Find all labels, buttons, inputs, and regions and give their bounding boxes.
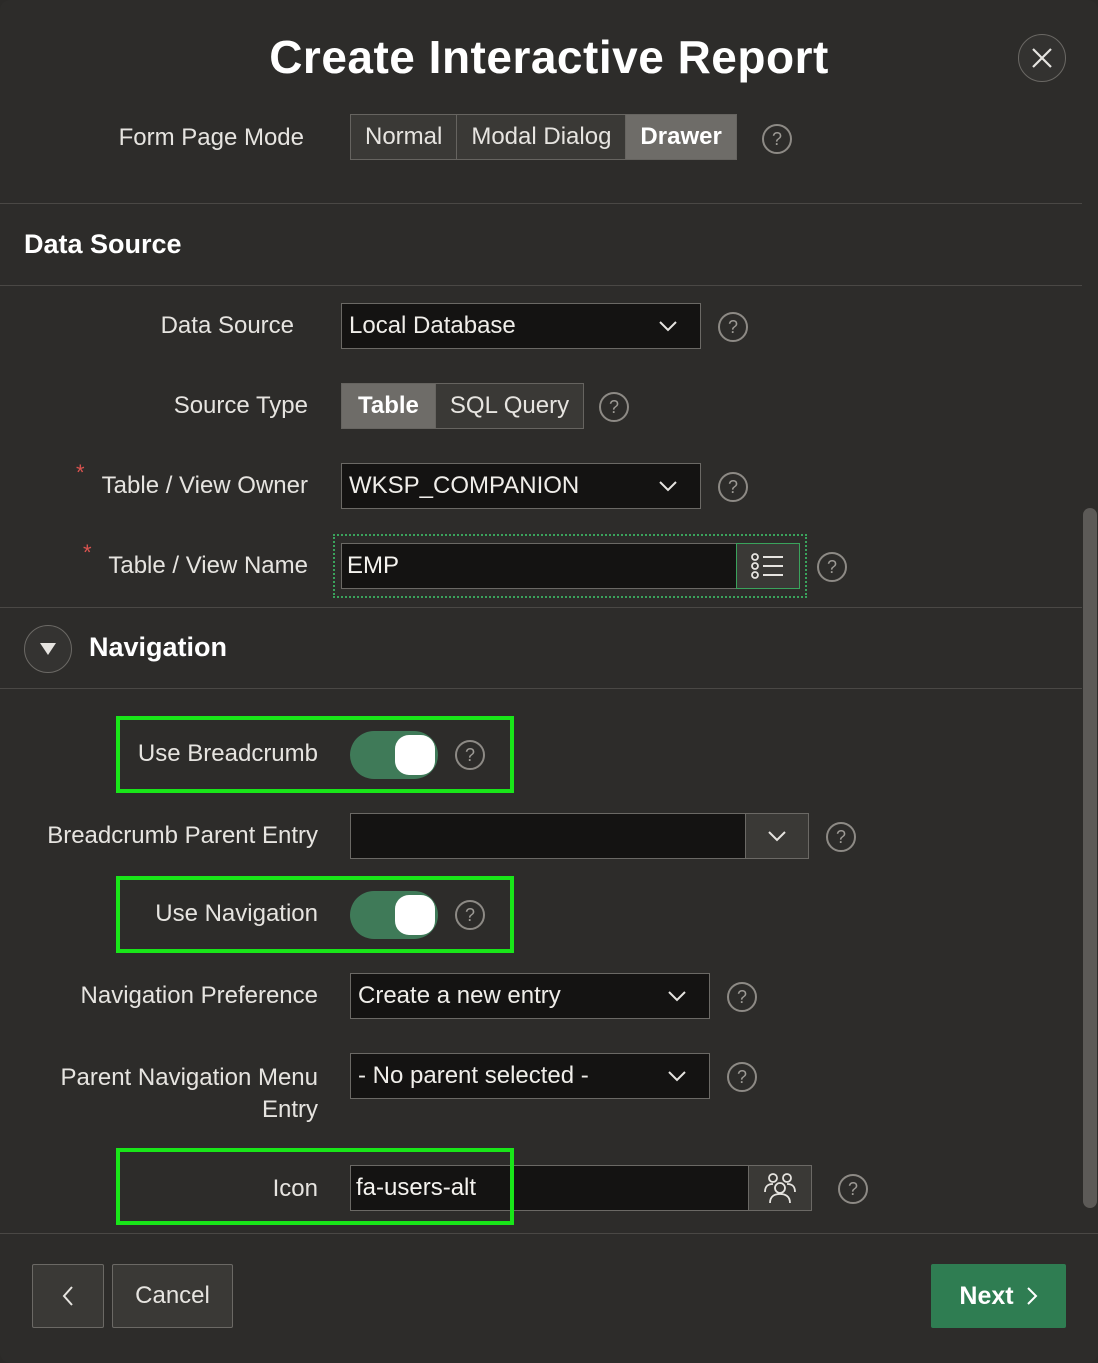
help-icon[interactable]: ? xyxy=(718,472,748,502)
scrollbar[interactable] xyxy=(1083,508,1097,1208)
section-title-data-source: Data Source xyxy=(24,229,182,259)
table-owner-label: Table / View Owner xyxy=(101,472,308,499)
triangle-down-icon xyxy=(40,643,56,655)
divider xyxy=(0,1233,1098,1234)
icon-picker-button[interactable] xyxy=(748,1165,812,1211)
cancel-button[interactable]: Cancel xyxy=(112,1264,233,1328)
help-icon[interactable]: ? xyxy=(727,1062,757,1092)
help-icon[interactable]: ? xyxy=(838,1174,868,1204)
table-name-lov-button[interactable] xyxy=(736,543,800,589)
navigation-preference-select[interactable]: Create a new entry xyxy=(350,973,710,1019)
use-navigation-toggle[interactable] xyxy=(350,891,438,939)
parent-nav-menu-label: Parent Navigation Menu Entry xyxy=(20,1062,318,1126)
mode-option-modal-dialog[interactable]: Modal Dialog xyxy=(457,115,627,159)
close-icon xyxy=(1032,48,1052,68)
help-icon[interactable]: ? xyxy=(455,900,485,930)
close-button[interactable] xyxy=(1018,34,1066,82)
form-page-mode-label: Form Page Mode xyxy=(118,124,304,151)
use-navigation-label: Use Navigation xyxy=(155,900,318,927)
section-title-navigation: Navigation xyxy=(89,632,228,662)
data-source-value: Local Database xyxy=(349,312,516,339)
chevron-down-icon xyxy=(668,1071,686,1082)
mode-option-drawer[interactable]: Drawer xyxy=(626,115,736,159)
create-report-dialog: Create Interactive Report Form Page Mode… xyxy=(0,0,1098,1363)
form-page-mode-selector: Normal Modal Dialog Drawer xyxy=(350,114,737,160)
help-icon[interactable]: ? xyxy=(455,740,485,770)
cancel-button-label: Cancel xyxy=(135,1282,210,1309)
parent-nav-menu-select[interactable]: - No parent selected - xyxy=(350,1053,710,1099)
dialog-title: Create Interactive Report xyxy=(269,31,829,83)
table-owner-select[interactable]: WKSP_COMPANION xyxy=(341,463,701,509)
list-icon xyxy=(751,553,783,579)
back-button[interactable] xyxy=(32,1264,104,1328)
divider xyxy=(0,285,1082,286)
breadcrumb-parent-input[interactable] xyxy=(350,813,746,859)
chevron-left-icon xyxy=(62,1286,73,1306)
help-icon[interactable]: ? xyxy=(826,822,856,852)
table-name-label: Table / View Name xyxy=(108,552,308,579)
source-type-option-table[interactable]: Table xyxy=(342,384,436,428)
users-icon xyxy=(764,1173,796,1204)
parent-nav-menu-value: - No parent selected - xyxy=(358,1062,589,1089)
divider xyxy=(0,203,1082,204)
chevron-down-icon xyxy=(659,321,677,332)
highlight-box xyxy=(116,1148,514,1225)
mode-option-normal[interactable]: Normal xyxy=(351,115,458,159)
table-name-value: EMP xyxy=(347,552,400,579)
data-source-label: Data Source xyxy=(160,312,294,339)
collapse-navigation-button[interactable] xyxy=(24,625,72,673)
divider xyxy=(0,607,1082,608)
use-breadcrumb-label: Use Breadcrumb xyxy=(137,740,318,767)
source-type-label: Source Type xyxy=(173,392,308,419)
help-icon[interactable]: ? xyxy=(718,312,748,342)
breadcrumb-parent-dropdown-button[interactable] xyxy=(745,813,809,859)
table-owner-value: WKSP_COMPANION xyxy=(349,472,580,499)
data-source-select[interactable]: Local Database xyxy=(341,303,701,349)
use-breadcrumb-toggle[interactable] xyxy=(350,731,438,779)
chevron-down-icon xyxy=(659,481,677,492)
chevron-down-icon xyxy=(668,991,686,1002)
parent-nav-menu-label-line2: Entry xyxy=(261,1096,318,1123)
toggle-knob xyxy=(395,895,435,935)
help-icon[interactable]: ? xyxy=(599,392,629,422)
navigation-preference-label: Navigation Preference xyxy=(80,982,318,1009)
navigation-preference-value: Create a new entry xyxy=(358,982,561,1009)
help-icon[interactable]: ? xyxy=(817,552,847,582)
toggle-knob xyxy=(395,735,435,775)
source-type-selector: Table SQL Query xyxy=(341,383,585,429)
breadcrumb-parent-label: Breadcrumb Parent Entry xyxy=(47,822,318,849)
help-icon[interactable]: ? xyxy=(762,124,792,154)
next-button-label: Next xyxy=(959,1281,1014,1310)
parent-nav-menu-label-line1: Parent Navigation Menu xyxy=(60,1064,318,1091)
chevron-right-icon xyxy=(1026,1287,1038,1305)
help-icon[interactable]: ? xyxy=(727,982,757,1012)
chevron-down-icon xyxy=(768,831,786,842)
divider xyxy=(0,688,1082,689)
source-type-option-sql-query[interactable]: SQL Query xyxy=(436,384,583,428)
table-name-input[interactable]: EMP xyxy=(341,543,737,589)
next-button[interactable]: Next xyxy=(931,1264,1066,1328)
